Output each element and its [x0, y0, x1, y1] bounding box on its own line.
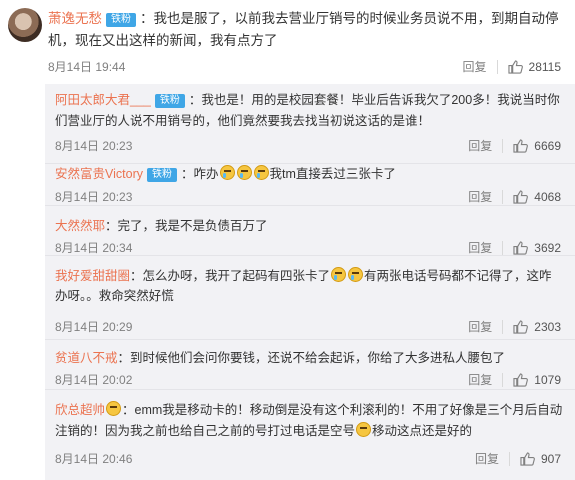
crying-emoji-icon: [348, 267, 364, 282]
reply-actions: 回复 4068: [468, 188, 561, 205]
reply-text: 安然富贵Victory 铁粉 ：咋办 我tm直接丢过三张卡了: [55, 164, 563, 184]
like-count: 4068: [534, 189, 561, 204]
username-link[interactable]: 贫道八不戒: [55, 351, 118, 365]
username-link[interactable]: 大然然耶: [55, 219, 105, 233]
reply-actions: 回复 1079: [468, 371, 561, 388]
fan-badge: 铁粉: [146, 168, 177, 182]
divider: [502, 319, 504, 334]
reply-text: 欣总超帅 ：emm我是移动卡的！移动倒是没有这个利滚利的！不用了好像是三个月后自动…: [55, 400, 563, 442]
username-link[interactable]: 安然富贵Victory: [55, 167, 143, 181]
divider: [496, 59, 498, 74]
thumbs-up-icon[interactable]: [513, 138, 529, 153]
username-link[interactable]: 萧逸无愁: [48, 11, 102, 26]
reply-actions: 回复 3692: [468, 239, 561, 256]
reply-content: ：到时候他们会问你要钱，还说不给会起诉，你给了大多进私人腰包了: [117, 351, 506, 365]
username-link[interactable]: 阿田太郎大君___: [55, 93, 151, 107]
reply-item: 安然富贵Victory 铁粉 ：咋办 我tm直接丢过三张卡了 8月14日 20:23 …: [45, 164, 575, 206]
thumbs-up-icon[interactable]: [513, 319, 529, 334]
reply-text: 贫道八不戒：到时候他们会问你要钱，还说不给会起诉，你给了大多进私人腰包了: [55, 348, 563, 368]
reply-actions: 回复 2303: [468, 318, 561, 335]
reply-text: 阿田太郎大君___ 铁粉 ：我也是！用的是校园套餐！毕业后告诉我欠了200多！我说当…: [55, 90, 563, 132]
crying-emoji-icon: [219, 165, 235, 180]
reply-time: 8月14日 20:34: [55, 241, 133, 255]
fan-badge: 铁粉: [106, 13, 136, 27]
reply-actions: 回复 907: [475, 450, 561, 467]
divider: [502, 189, 504, 204]
reply-button[interactable]: 回复: [463, 58, 487, 75]
fan-badge: 铁粉: [154, 94, 185, 108]
reply-item: 我好爱甜甜圈：怎么办呀，我开了起码有四张卡了 有两张电话号码都不记得了，这咋办呀。…: [45, 256, 575, 340]
reply-time: 8月14日 20:23: [55, 190, 133, 204]
thumbs-up-icon[interactable]: [513, 372, 529, 387]
comment-actions: 回复 28115: [463, 58, 561, 75]
reply-content: ：emm我是移动卡的！移动倒是没有这个利滚利的！不用了好像是三个月后自动注销的！…: [55, 403, 563, 438]
divider: [502, 138, 504, 153]
grin-emoji-icon: [356, 422, 372, 437]
divider: [502, 372, 504, 387]
reply-time: 8月14日 20:29: [55, 320, 133, 334]
divider: [502, 240, 504, 255]
emoji-icon: [106, 401, 122, 416]
reply-item: 阿田太郎大君___ 铁粉 ：我也是！用的是校园套餐！毕业后告诉我欠了200多！我说当…: [45, 84, 575, 164]
reply-item: 贫道八不戒：到时候他们会问你要钱，还说不给会起诉，你给了大多进私人腰包了 8月1…: [45, 340, 575, 390]
reply-button[interactable]: 回复: [468, 137, 492, 154]
reply-content: ：完了，我是不是负债百万了: [105, 219, 268, 233]
avatar[interactable]: [8, 8, 42, 42]
replies-panel: 阿田太郎大君___ 铁粉 ：我也是！用的是校园套餐！毕业后告诉我欠了200多！我说当…: [45, 84, 575, 480]
crying-emoji-icon: [236, 165, 252, 180]
crying-emoji-icon: [253, 165, 269, 180]
like-count: 2303: [534, 319, 561, 334]
reply-button[interactable]: 回复: [475, 450, 499, 467]
reply-actions: 回复 6669: [468, 137, 561, 154]
reply-time: 8月14日 20:46: [55, 452, 133, 466]
reply-button[interactable]: 回复: [468, 188, 492, 205]
like-count: 3692: [534, 240, 561, 255]
reply-text: 大然然耶：完了，我是不是负债百万了: [55, 216, 563, 236]
thumbs-up-icon[interactable]: [513, 189, 529, 204]
reply-content: ：咋办: [180, 167, 219, 181]
reply-item: 大然然耶：完了，我是不是负债百万了 8月14日 20:34 回复 3692: [45, 206, 575, 256]
reply-content: ：怎么办呀，我开了起码有四张卡了: [130, 269, 331, 283]
main-comment-body: 萧逸无愁 铁粉 ：我也是服了，以前我去营业厅销号的时候业务员说不用，到期自动停机，现…: [48, 8, 565, 52]
reply-time: 8月14日 20:02: [55, 373, 133, 387]
reply-text: 我好爱甜甜圈：怎么办呀，我开了起码有四张卡了 有两张电话号码都不记得了，这咋办呀。…: [55, 266, 563, 306]
like-count: 28115: [528, 59, 561, 74]
reply-content: 移动这点还是好的: [372, 424, 473, 438]
reply-button[interactable]: 回复: [468, 371, 492, 388]
crying-emoji-icon: [331, 267, 347, 282]
reply-content: 我tm直接丢过三张卡了: [269, 167, 396, 181]
main-comment: 萧逸无愁 铁粉 ：我也是服了，以前我去营业厅销号的时候业务员说不用，到期自动停机，现…: [0, 0, 575, 84]
like-count: 1079: [534, 372, 561, 387]
reply-item: 欣总超帅 ：emm我是移动卡的！移动倒是没有这个利滚利的！不用了好像是三个月后自动…: [45, 390, 575, 480]
thumbs-up-icon[interactable]: [513, 240, 529, 255]
reply-button[interactable]: 回复: [468, 318, 492, 335]
thumbs-up-icon[interactable]: [507, 59, 523, 74]
username-link[interactable]: 我好爱甜甜圈: [55, 269, 130, 283]
comment-time: 8月14日 19:44: [48, 60, 126, 74]
like-count: 6669: [534, 138, 561, 153]
like-count: 907: [540, 451, 561, 466]
divider: [508, 451, 510, 466]
username-link[interactable]: 欣总超帅: [55, 403, 105, 417]
reply-time: 8月14日 20:23: [55, 139, 133, 153]
reply-button[interactable]: 回复: [468, 239, 492, 256]
thumbs-up-icon[interactable]: [520, 451, 535, 466]
